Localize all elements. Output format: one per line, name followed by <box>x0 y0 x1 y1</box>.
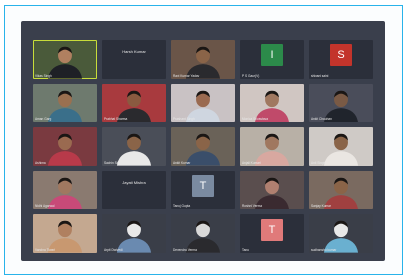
participant-name: Tanuj Gupta <box>173 204 191 209</box>
participant-name: Nidhi Agarwal <box>35 204 55 209</box>
participant-name: Arpit Dwivedi <box>104 247 123 252</box>
participant-name: Sanjay Kumar <box>311 204 332 209</box>
participant-tile[interactable]: T Tanuj Gupta <box>171 170 235 210</box>
participant-name: Anjali Kumari <box>242 160 261 165</box>
participant-name: Tanu <box>242 247 249 252</box>
participant-name: Monica Srivastava <box>242 117 269 122</box>
participant-name: Ashima <box>35 160 46 165</box>
meeting-gallery-screen: Vikas Singh Harsh Kumar Ravi Kumar Yadav I P… <box>21 21 385 261</box>
participant-tile[interactable]: Prashant Singh <box>171 83 235 123</box>
participant-tile[interactable]: Anil Singh <box>309 127 373 166</box>
participant-name: Prabhat Sharma <box>104 117 128 122</box>
participant-tile[interactable]: Sanjay Kumar <box>309 170 373 210</box>
participant-name: Prashant Singh <box>173 117 195 122</box>
participant-name: Ankit Chauhan <box>311 117 332 122</box>
participant-name: Aman Garg <box>35 117 52 122</box>
participant-name: Ankit Kumar <box>173 160 191 165</box>
participant-tile[interactable]: Nidhi Agarwal <box>33 170 97 210</box>
participant-tile[interactable]: Ravi Kumar Yadav <box>171 40 235 79</box>
participant-name: sudhanshu kumar <box>311 247 337 252</box>
participant-tile[interactable]: T Tanu <box>240 214 304 253</box>
participant-name: P S Gaur(V) <box>242 73 260 78</box>
participant-tile[interactable]: Ankit Chauhan <box>309 83 373 123</box>
participant-tile[interactable]: Sshivani saini <box>309 40 373 79</box>
participant-tile[interactable]: Aman Garg <box>33 83 97 123</box>
participant-tile[interactable]: Devendra Verma <box>171 214 235 253</box>
avatar-letter: S <box>330 44 352 67</box>
avatar-letter: T <box>192 175 214 198</box>
participant-name: Vandna Tiwari <box>35 247 55 252</box>
participant-tile[interactable]: Arpit Dwivedi <box>102 214 166 253</box>
participant-tile[interactable]: Prabhat Sharma <box>102 83 166 123</box>
participant-tile[interactable]: Roshni Verma <box>240 170 304 210</box>
participant-tile[interactable]: Vandna Tiwari <box>33 214 97 253</box>
avatar-letter: I <box>261 44 283 67</box>
participant-tile[interactable]: Harsh Kumar <box>102 40 166 79</box>
participant-tile[interactable]: Anjali Kumari <box>240 127 304 166</box>
participant-tile[interactable]: sudhanshu kumar <box>309 214 373 253</box>
participant-grid: Vikas Singh Harsh Kumar Ravi Kumar Yadav I P… <box>33 40 373 253</box>
participant-name: Anil Singh <box>311 160 326 165</box>
participant-tile[interactable]: Monica Srivastava <box>240 83 304 123</box>
participant-name: Vikas Singh <box>35 73 52 78</box>
participant-tile[interactable]: Ashima <box>33 127 97 166</box>
participant-tile[interactable]: Jayati Mishra <box>102 170 166 210</box>
participant-name: shivani saini <box>311 73 329 78</box>
participant-tile[interactable]: I P S Gaur(V) <box>240 40 304 79</box>
participant-name: Harsh Kumar <box>122 50 146 54</box>
participant-name: Roshni Verma <box>242 204 263 209</box>
participant-name: Sachin Singh <box>104 160 123 165</box>
participant-name: Devendra Verma <box>173 247 197 252</box>
participant-tile[interactable]: Vikas Singh <box>33 40 97 79</box>
participant-tile[interactable]: Ankit Kumar <box>171 127 235 166</box>
participant-tile[interactable]: Sachin Singh <box>102 127 166 166</box>
participant-name: Jayati Mishra <box>122 180 146 185</box>
avatar-letter: T <box>261 218 283 241</box>
participant-name: Ravi Kumar Yadav <box>173 73 200 78</box>
